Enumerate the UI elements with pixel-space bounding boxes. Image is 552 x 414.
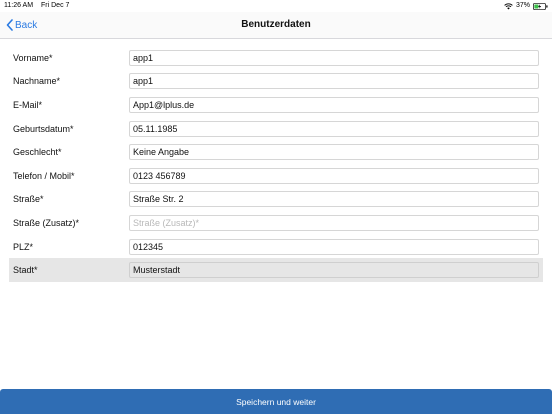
form-row-telefon: Telefon / Mobil* 0123 456789 xyxy=(9,164,543,188)
strasse-label: Straße* xyxy=(13,194,44,205)
status-time: 11:26 AM xyxy=(4,2,34,9)
telefon-label: Telefon / Mobil* xyxy=(13,170,75,181)
vorname-label: Vorname* xyxy=(13,52,53,63)
wifi-icon xyxy=(504,2,513,9)
back-button[interactable]: Back xyxy=(6,12,37,38)
chevron-left-icon xyxy=(6,19,13,31)
nachname-label: Nachname* xyxy=(13,76,61,87)
form-row-stadt: Stadt* Musterstadt xyxy=(9,258,543,282)
save-and-continue-button[interactable]: Speichern und weiter xyxy=(0,389,552,414)
form-row-strasse-zusatz: Straße (Zusatz)* Straße (Zusatz)* xyxy=(9,211,543,235)
stadt-field[interactable]: Musterstadt xyxy=(129,262,539,279)
status-right: 37% xyxy=(504,0,548,12)
nachname-field[interactable]: app1 xyxy=(129,73,539,90)
form-row-email: E-Mail* App1@lplus.de xyxy=(9,93,543,117)
plz-label: PLZ* xyxy=(13,241,34,252)
status-left: 11:26 AM Fri Dec 7 xyxy=(4,0,69,12)
geburtsdatum-field[interactable]: 05.11.1985 xyxy=(129,120,539,137)
status-date: Fri Dec 7 xyxy=(41,2,70,9)
page-title: Benutzerdaten xyxy=(241,19,311,30)
plz-field[interactable]: 012345 xyxy=(129,238,539,255)
battery-percentage: 37% xyxy=(515,2,530,9)
email-field[interactable]: App1@lplus.de xyxy=(129,96,539,113)
form-row-nachname: Nachname* app1 xyxy=(9,70,543,94)
telefon-field[interactable]: 0123 456789 xyxy=(129,167,539,184)
form-row-plz: PLZ* 012345 xyxy=(9,235,543,259)
user-data-form: Vorname* app1 Nachname* app1 E-Mail* App… xyxy=(9,46,543,282)
geburtsdatum-label: Geburtsdatum* xyxy=(13,123,74,134)
strasse-field[interactable]: Straße Str. 2 xyxy=(129,191,539,208)
geschlecht-field[interactable]: Keine Angabe xyxy=(129,144,539,161)
navigation-bar: Back Benutzerdaten xyxy=(0,12,552,39)
vorname-field[interactable]: app1 xyxy=(129,49,539,66)
stadt-label: Stadt* xyxy=(13,265,38,276)
status-bar: 11:26 AM Fri Dec 7 37% xyxy=(0,0,552,12)
geschlecht-label: Geschlecht* xyxy=(13,147,62,158)
form-row-geburtsdatum: Geburtsdatum* 05.11.1985 xyxy=(9,117,543,141)
form-row-geschlecht: Geschlecht* Keine Angabe xyxy=(9,140,543,164)
email-label: E-Mail* xyxy=(13,99,43,110)
battery-charging-icon xyxy=(533,2,548,10)
strasse-zusatz-field[interactable]: Straße (Zusatz)* xyxy=(129,214,539,231)
strasse-zusatz-label: Straße (Zusatz)* xyxy=(13,217,80,228)
form-row-strasse: Straße* Straße Str. 2 xyxy=(9,188,543,212)
form-row-vorname: Vorname* app1 xyxy=(9,46,543,70)
back-button-label: Back xyxy=(15,19,38,31)
